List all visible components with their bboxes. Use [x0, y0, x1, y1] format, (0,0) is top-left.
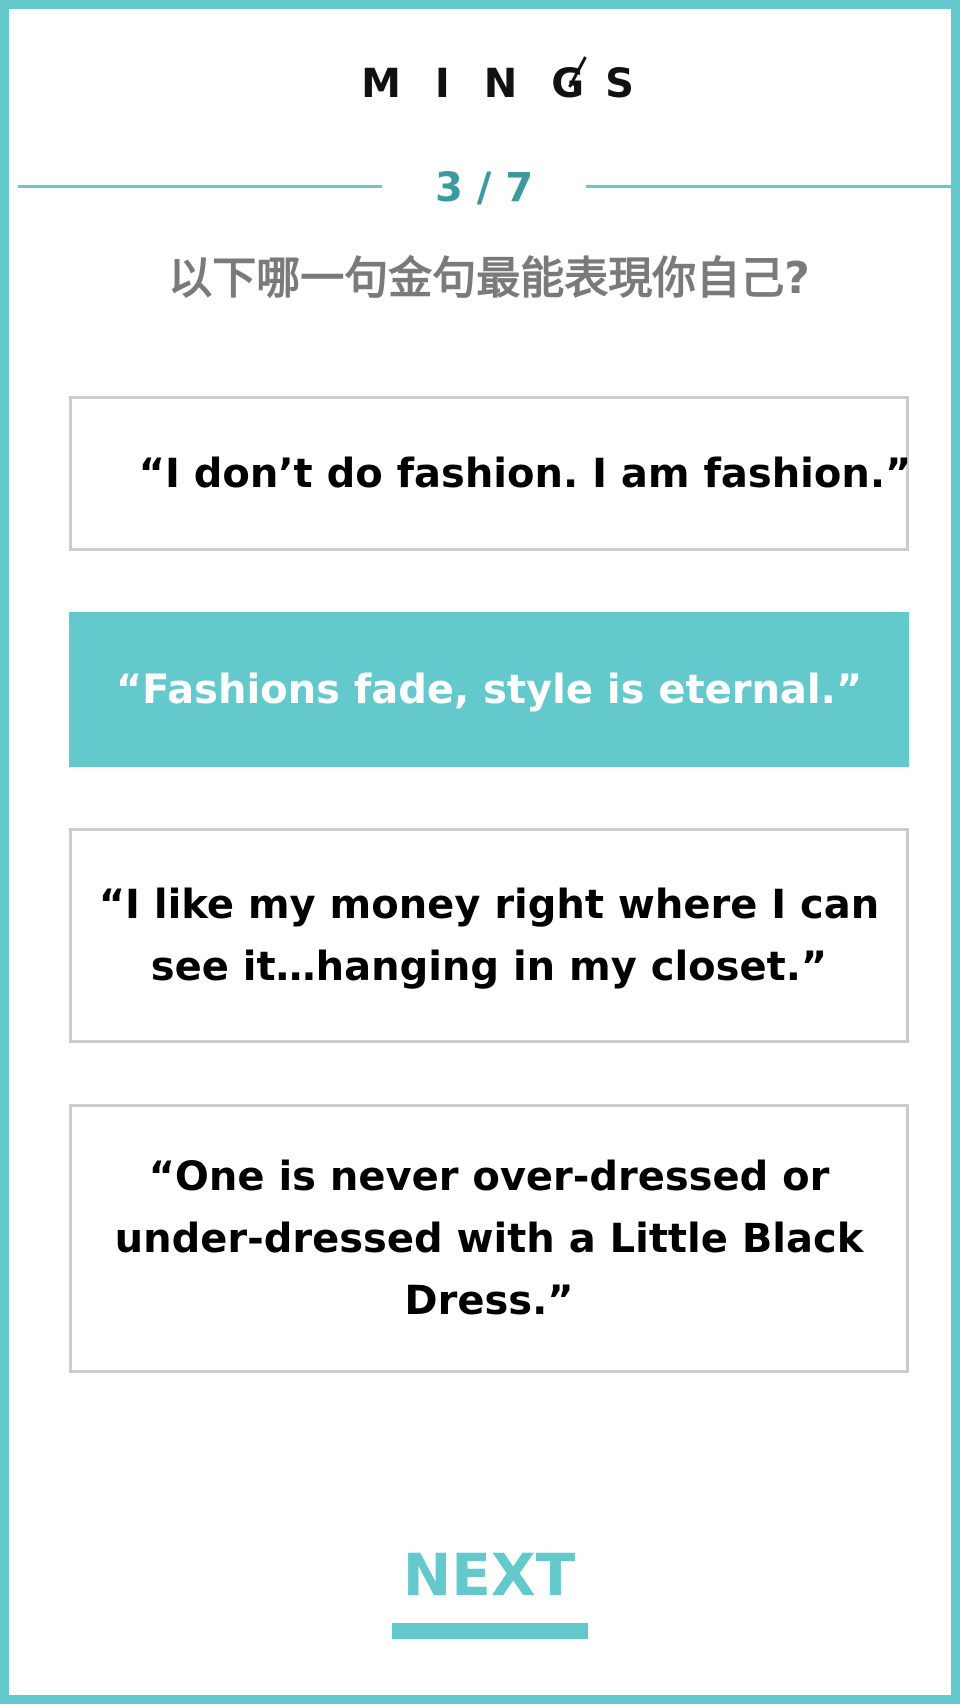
answer-option-label: “I don’t do fashion. I am fashion.”: [138, 450, 912, 497]
logo-wordmark: MINGS: [344, 56, 634, 107]
brand-logo: MINGS: [9, 56, 960, 107]
progress-counter: 3 / 7: [434, 165, 534, 211]
answer-option-2-selected[interactable]: “Fashions fade, style is eternal.”: [69, 612, 909, 767]
next-button-label: NEXT: [402, 1541, 576, 1609]
answer-option-label: “One is never over-dressed or under-dres…: [114, 1153, 864, 1324]
answer-option-3[interactable]: “I like my money right where I can see i…: [69, 828, 909, 1043]
logo-letter-m: M: [361, 61, 401, 107]
progress-divider-right: [586, 185, 960, 188]
next-button[interactable]: NEXT: [9, 1541, 960, 1609]
logo-letter-s: S: [605, 61, 634, 107]
page-frame: MINGS 3 / 7 以下哪一句金句最能表現你自己? “I don’t do …: [0, 0, 960, 1704]
logo-letter-i: I: [434, 61, 450, 107]
answer-option-label: “Fashions fade, style is eternal.”: [115, 666, 863, 713]
progress-indicator: 3 / 7: [18, 166, 960, 210]
answer-option-label: “I like my money right where I can see i…: [98, 881, 880, 990]
logo-letter-n: N: [483, 61, 518, 107]
next-button-underline[interactable]: [392, 1623, 588, 1639]
answer-option-4[interactable]: “One is never over-dressed or under-dres…: [69, 1104, 909, 1373]
question-title: 以下哪一句金句最能表現你自己?: [168, 253, 810, 304]
answer-option-1[interactable]: “I don’t do fashion. I am fashion.”: [69, 396, 912, 551]
progress-divider-left: [18, 185, 382, 188]
